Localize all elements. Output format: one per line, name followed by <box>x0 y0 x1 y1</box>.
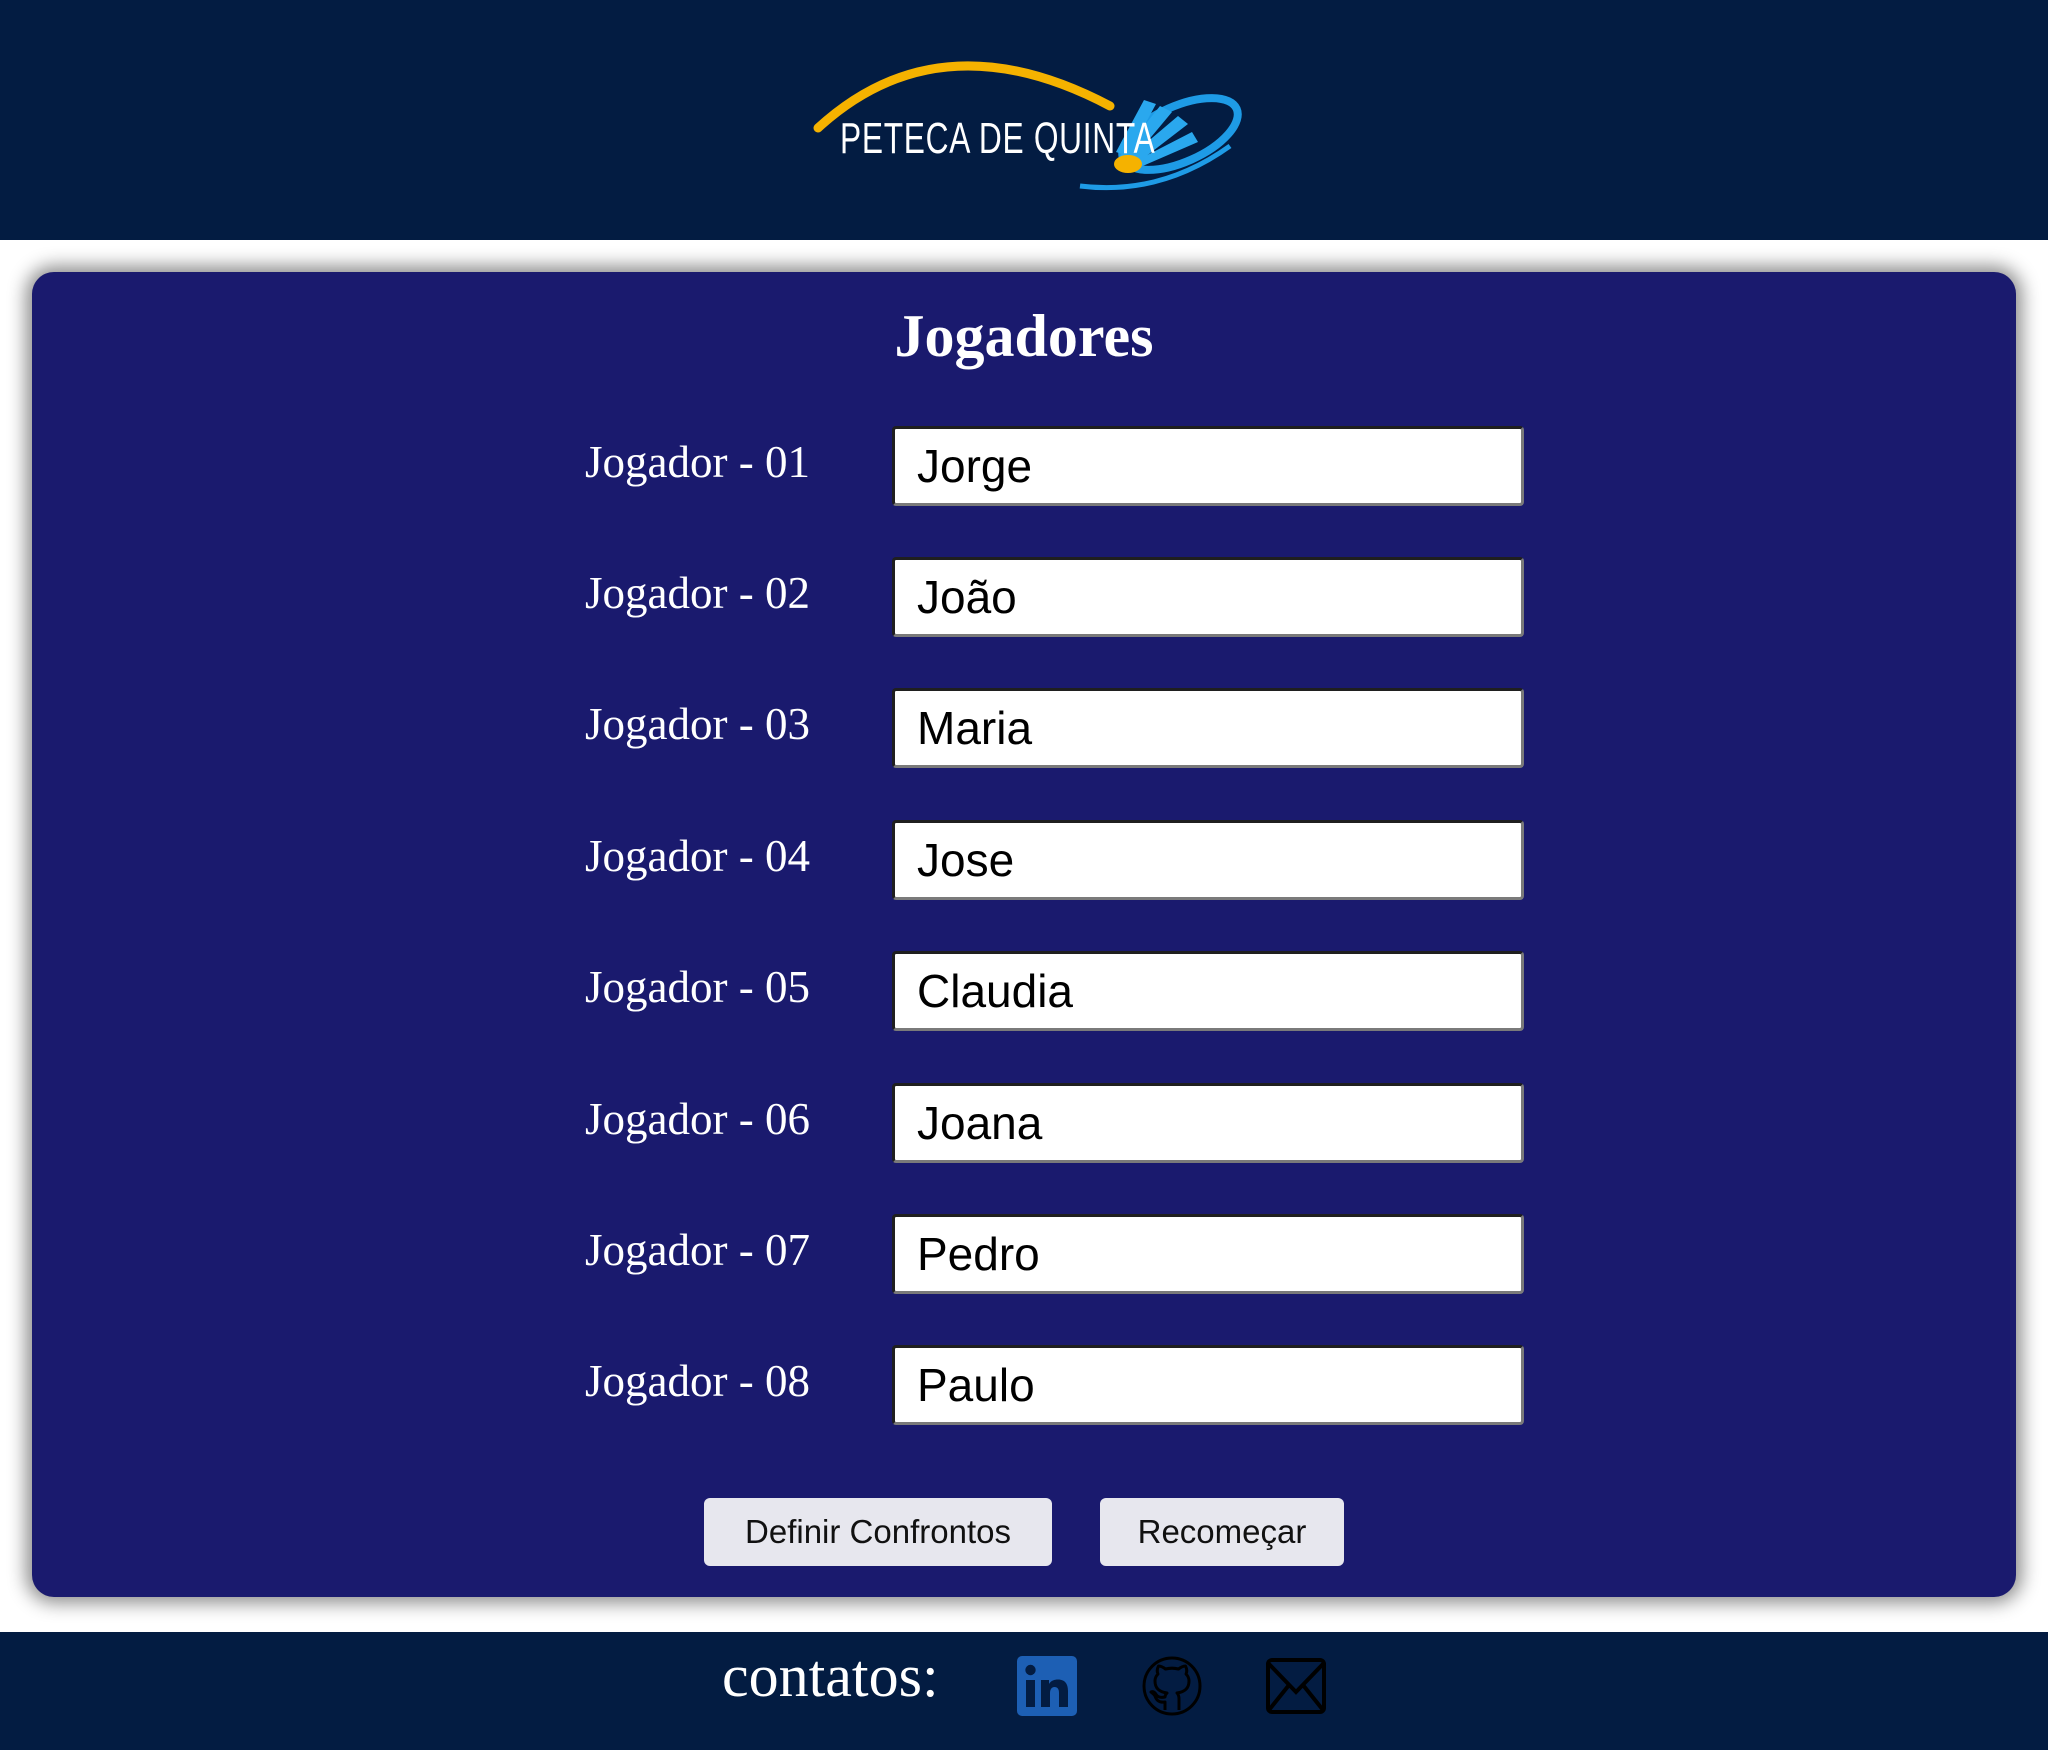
player-input-05[interactable] <box>892 951 1524 1031</box>
player-label-03: Jogador - 03 <box>585 699 810 749</box>
player-input-07[interactable] <box>892 1214 1524 1294</box>
contacts-label: contatos: <box>722 1643 939 1709</box>
site-header: PETECA DE QUINTA <box>0 0 2048 240</box>
site-footer: contatos: <box>0 1632 2048 1750</box>
player-input-08[interactable] <box>892 1345 1524 1425</box>
player-row-08: Jogador - 08 <box>32 1345 2016 1425</box>
linkedin-icon[interactable] <box>1015 1654 1079 1718</box>
player-row-07: Jogador - 07 <box>32 1214 2016 1294</box>
player-row-06: Jogador - 06 <box>32 1083 2016 1163</box>
player-label-05: Jogador - 05 <box>585 962 810 1012</box>
player-input-04[interactable] <box>892 820 1524 900</box>
player-input-01[interactable] <box>892 426 1524 506</box>
player-label-04: Jogador - 04 <box>585 831 810 881</box>
player-label-07: Jogador - 07 <box>585 1225 810 1275</box>
player-input-03[interactable] <box>892 688 1524 768</box>
player-row-05: Jogador - 05 <box>32 951 2016 1031</box>
restart-button[interactable]: Recomeçar <box>1100 1498 1344 1566</box>
player-label-01: Jogador - 01 <box>585 437 810 487</box>
player-label-02: Jogador - 02 <box>585 568 810 618</box>
github-icon[interactable] <box>1140 1654 1204 1718</box>
peteca-de-quinta-logo[interactable]: PETECA DE QUINTA <box>810 36 1250 196</box>
player-label-06: Jogador - 06 <box>585 1094 810 1144</box>
card-title: Jogadores <box>894 303 1154 369</box>
player-input-02[interactable] <box>892 557 1524 637</box>
player-row-02: Jogador - 02 <box>32 557 2016 637</box>
players-card: Jogadores Jogador - 01 Jogador - 02 Joga… <box>32 272 2016 1597</box>
player-row-03: Jogador - 03 <box>32 688 2016 768</box>
define-matchups-button[interactable]: Definir Confrontos <box>704 1498 1052 1566</box>
logo-text: PETECA DE QUINTA <box>840 114 1156 163</box>
player-label-08: Jogador - 08 <box>585 1356 810 1406</box>
player-row-01: Jogador - 01 <box>32 426 2016 506</box>
player-input-06[interactable] <box>892 1083 1524 1163</box>
email-icon[interactable] <box>1264 1654 1328 1718</box>
player-row-04: Jogador - 04 <box>32 820 2016 900</box>
